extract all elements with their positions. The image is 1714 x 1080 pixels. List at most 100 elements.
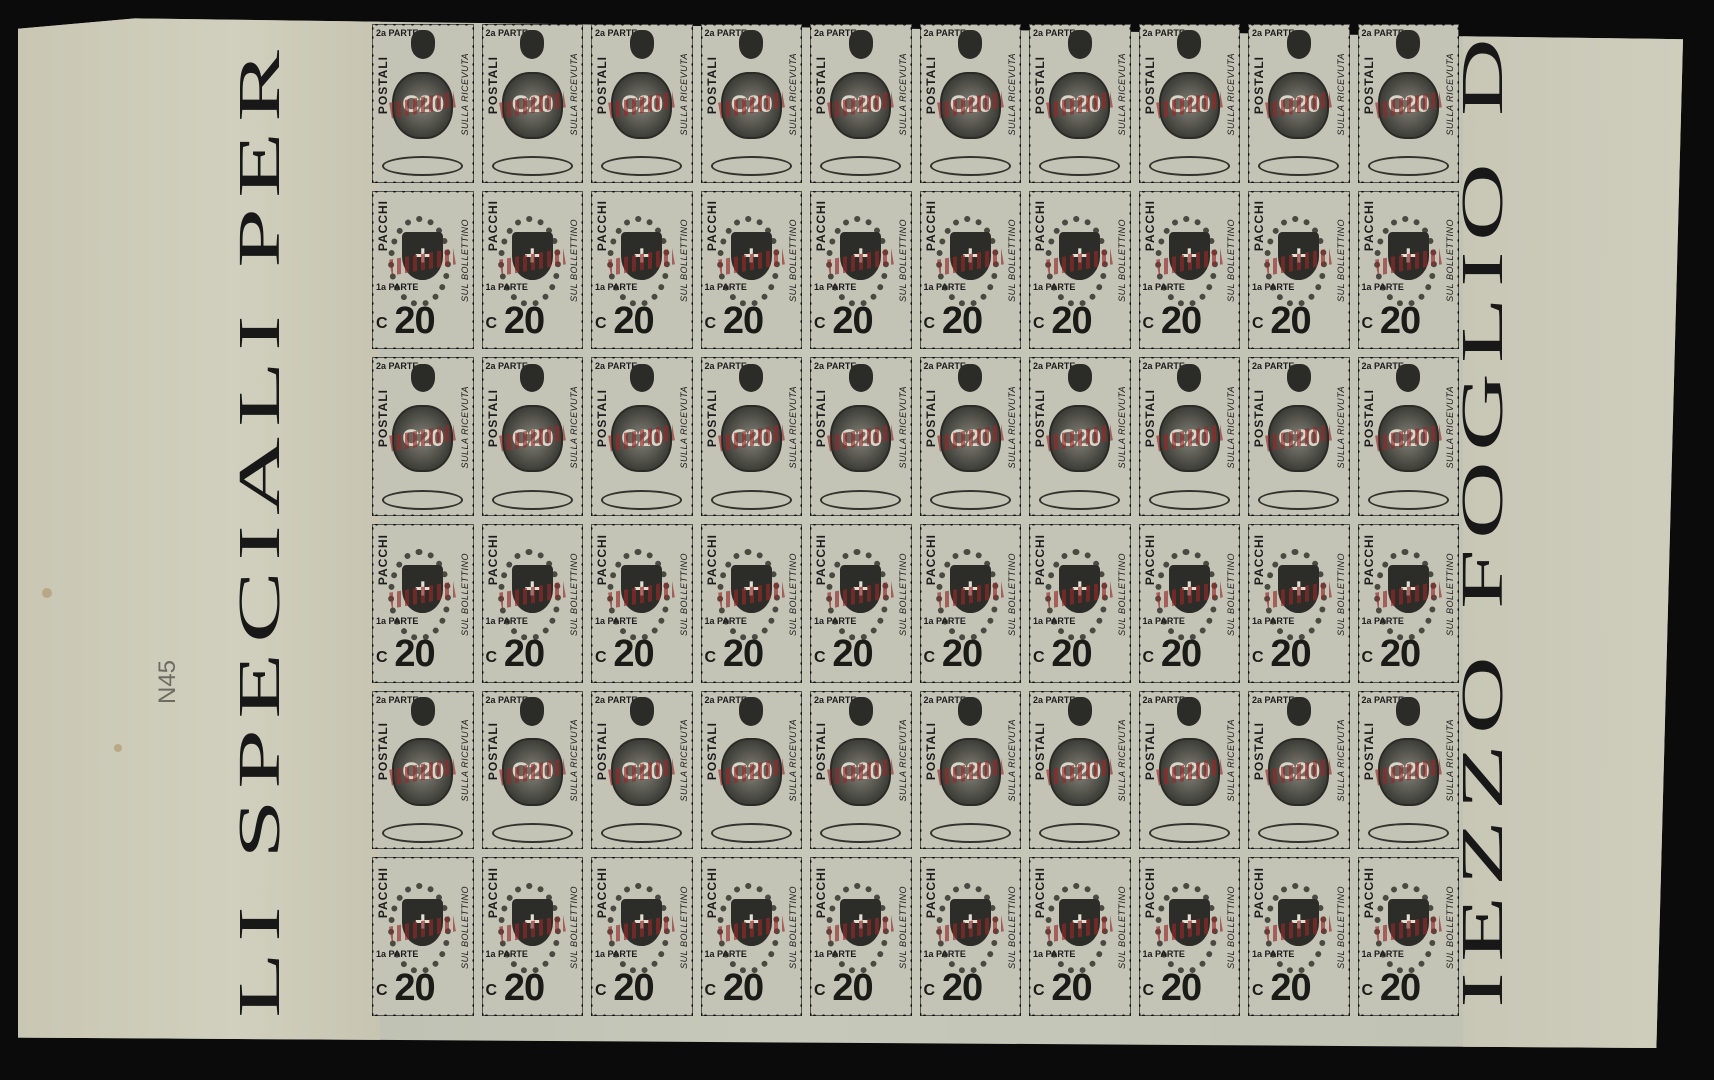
stamp-pacchi-half: PACCHI SUL BOLLETTINO 1a PARTE C 20	[372, 190, 474, 350]
postali-label: POSTALI	[485, 55, 500, 114]
stamp-value: 20	[1379, 633, 1421, 676]
perforation	[919, 514, 1021, 516]
pacchi-label: PACCHI	[376, 533, 390, 585]
perforation	[372, 347, 474, 350]
stamp-postali-half: 2a PARTE POSTALI C20 SULLA RICEVUTA	[591, 357, 693, 516]
postali-label: POSTALI	[814, 722, 828, 781]
perforation	[591, 347, 693, 350]
parte-label: 1a PARTE	[1142, 282, 1185, 293]
stamp-postali-half: 2a PARTE POSTALI C20 SULLA RICEVUTA	[810, 357, 912, 516]
bollettino-label: SUL BOLLETTINO	[788, 552, 798, 636]
postali-label: POSTALI	[1142, 389, 1157, 448]
perforation	[1029, 857, 1131, 860]
savoy-knot-icon	[820, 489, 902, 510]
savoy-knot-icon	[1367, 489, 1449, 510]
stamp-value: 20	[1051, 299, 1092, 342]
savoy-knot-icon	[929, 823, 1011, 843]
eagle-crest-icon	[520, 30, 545, 59]
bollettino-label: SUL BOLLETTINO	[897, 552, 908, 636]
parte-label: 1a PARTE	[704, 948, 747, 959]
perforation	[591, 1014, 693, 1016]
stamp-value: 20	[1160, 966, 1202, 1009]
perforation	[700, 690, 802, 693]
stamp-pacchi-half: PACCHI SUL BOLLETTINO 1a PARTE C 20	[1248, 524, 1350, 683]
postali-label: POSTALI	[1142, 722, 1157, 781]
stamp-pacchi-half: PACCHI SUL BOLLETTINO 1a PARTE C 20	[591, 524, 693, 683]
perforation	[700, 524, 802, 526]
stamp-pacchi-half: PACCHI SUL BOLLETTINO 1a PARTE C 20	[481, 524, 583, 683]
savoy-knot-icon	[382, 823, 464, 843]
cmi-label: C	[1142, 982, 1155, 1000]
parte-label: 1a PARTE	[376, 282, 419, 293]
bollettino-label: SUL BOLLETTINO	[678, 885, 689, 969]
cmi-label: C	[923, 315, 936, 333]
eagle-crest-icon	[739, 363, 764, 393]
stamp-value: 20	[941, 633, 983, 676]
perforation	[372, 847, 474, 850]
stamp-postali-half: 2a PARTE POSTALI C20 SULLA RICEVUTA	[1138, 690, 1240, 850]
pacchi-label: PACCHI	[595, 200, 609, 252]
perforation	[591, 524, 693, 526]
perforation	[919, 524, 1021, 526]
eagle-crest-icon	[1067, 697, 1092, 726]
eagle-crest-icon	[958, 30, 983, 59]
perforation	[919, 357, 1021, 360]
stamp-postali-half: 2a PARTE POSTALI C20 SULLA RICEVUTA	[919, 24, 1021, 183]
parte-label: 1a PARTE	[1142, 615, 1185, 626]
perforation	[919, 180, 1021, 183]
perforation	[1357, 347, 1459, 350]
stamp-value: 20	[1160, 299, 1202, 342]
perforation	[1138, 347, 1240, 350]
bollettino-label: SUL BOLLETTINO	[1445, 219, 1455, 303]
stamp-pacchi-half: PACCHI SUL BOLLETTINO 1a PARTE C 20	[1248, 190, 1350, 350]
cmi-label: C	[1252, 648, 1264, 666]
ricevuta-label: SULLA RICEVUTA	[1116, 719, 1127, 802]
cmi-label: C	[704, 648, 717, 666]
perforation	[919, 347, 1021, 350]
ricevuta-label: SULLA RICEVUTA	[569, 52, 579, 136]
perforation	[1248, 524, 1350, 526]
stamp-postali-half: 2a PARTE POSTALI C20 SULLA RICEVUTA	[700, 24, 802, 183]
bollettino-label: SUL BOLLETTINO	[1445, 552, 1455, 636]
bollettino-label: SUL BOLLETTINO	[459, 552, 470, 636]
perforation	[1357, 24, 1459, 26]
perforation	[810, 357, 912, 360]
perforation	[1029, 847, 1131, 850]
stamp-postali-half: 2a PARTE POSTALI C20 SULLA RICEVUTA	[481, 357, 583, 516]
perforation	[1357, 524, 1459, 526]
stamp-value: 20	[613, 299, 654, 342]
stain-spot	[42, 588, 52, 598]
perforation	[1248, 857, 1350, 860]
perforation	[1138, 857, 1240, 860]
stamp-value: 20	[1051, 633, 1092, 676]
perforation	[481, 24, 583, 26]
ricevuta-label: SULLA RICEVUTA	[1445, 385, 1455, 469]
stamp-postali-half: 2a PARTE POSTALI C20 SULLA RICEVUTA	[1138, 357, 1240, 516]
perforation	[919, 847, 1021, 850]
stamp-postali-half: 2a PARTE POSTALI C20 SULLA RICEVUTA	[1357, 24, 1459, 183]
cmi-label: C	[1361, 982, 1374, 1000]
bollettino-label: SUL BOLLETTINO	[459, 885, 470, 969]
perforation	[1138, 680, 1240, 683]
parte-label: 1a PARTE	[485, 948, 528, 959]
perforation	[919, 690, 1021, 693]
savoy-knot-icon	[710, 489, 792, 510]
perforation	[372, 190, 474, 193]
eagle-crest-icon	[958, 697, 983, 726]
stamp-pacchi-half: PACCHI SUL BOLLETTINO 1a PARTE C 20	[1138, 190, 1240, 350]
savoy-knot-icon	[491, 823, 573, 843]
parte-label: 1a PARTE	[595, 948, 638, 959]
perforation	[481, 857, 583, 860]
cmi-label: C	[814, 982, 826, 1000]
perforation	[481, 524, 583, 526]
bollettino-label: SUL BOLLETTINO	[1226, 885, 1236, 969]
ricevuta-label: SULLA RICEVUTA	[788, 52, 798, 136]
stamp-pacchi-half: PACCHI SUL BOLLETTINO 1a PARTE C 20	[700, 857, 802, 1016]
ricevuta-label: SULLA RICEVUTA	[1116, 52, 1127, 136]
perforation	[372, 357, 474, 360]
parte-label: 1a PARTE	[704, 615, 747, 626]
stamp-value: 20	[722, 299, 764, 342]
parte-label: 1a PARTE	[485, 282, 528, 293]
stamp-pacchi-half: PACCHI SUL BOLLETTINO 1a PARTE C 20	[700, 524, 802, 683]
perforation	[1248, 514, 1350, 516]
